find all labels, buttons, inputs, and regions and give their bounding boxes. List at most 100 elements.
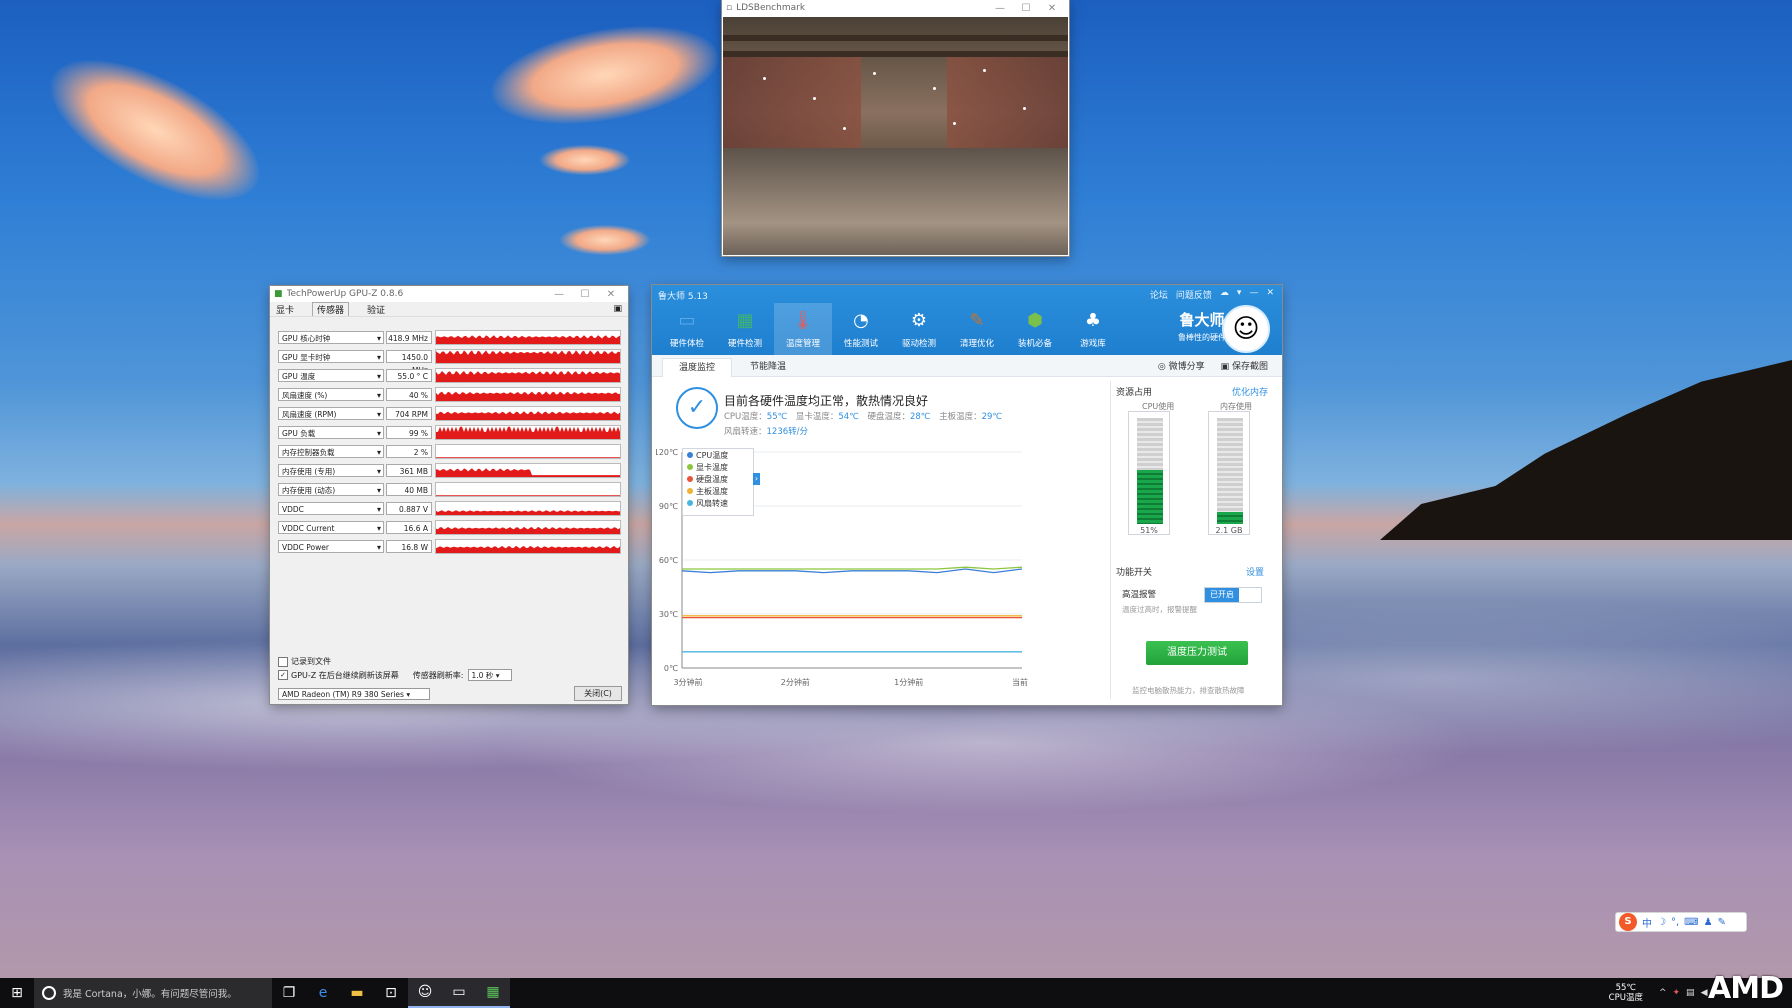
sensor-value: 40 % [386, 388, 432, 401]
sensor-name[interactable]: GPU 核心时钟 [278, 331, 384, 345]
optimize-memory-link[interactable]: 优化内存 [1232, 385, 1268, 398]
ludashi-mascot-icon[interactable]: ☺ [1222, 305, 1270, 353]
task-view-icon[interactable]: ❐ [272, 978, 306, 1008]
minimize-icon[interactable]: — [987, 3, 1013, 14]
tray-cpu-temp[interactable]: 55℃ CPU温度 [1609, 983, 1643, 1003]
store-icon[interactable]: ⊡ [374, 978, 408, 1008]
toolbar-item[interactable]: 🌡 温度管理 [774, 303, 832, 355]
refresh-rate-select[interactable]: 1.0 秒 ▾ [467, 669, 512, 681]
ludashi-window[interactable]: 鲁大师 5.13 论坛 问题反馈 ☁ ▾ — ✕ ▭ 硬件体检 ▦ 硬件检测 🌡 温度管理… [652, 285, 1282, 705]
log-to-file-option[interactable]: 记录到文件 [278, 656, 331, 667]
toolbar-item[interactable]: ▭ 硬件体检 [658, 303, 716, 355]
toolbar-item-label: 清理优化 [959, 339, 994, 349]
fan-speed-value: 1236转/分 [766, 427, 809, 437]
sensor-name[interactable]: 风扇速度 (%) [278, 388, 384, 402]
skin-icon[interactable]: ☁ [1220, 288, 1229, 301]
log-checkbox[interactable] [278, 656, 288, 667]
save-screenshot[interactable]: ▣ 保存截图 [1221, 359, 1268, 372]
sensor-name[interactable]: 风扇速度 (RPM) [278, 407, 384, 421]
sensor-name[interactable]: VDDC [278, 502, 384, 516]
lds-titlebar[interactable]: ▫ LDSBenchmark — ☐ ✕ [722, 0, 1069, 16]
volume-icon[interactable]: ◀ [1701, 988, 1708, 998]
legend-item[interactable]: 硬盘温度 [683, 473, 753, 485]
background-refresh-checkbox[interactable]: ✓ [278, 670, 288, 680]
sensor-list: GPU 核心时钟418.9 MHzGPU 显卡时钟1450.0 MHzGPU 温… [278, 328, 622, 556]
sensor-graph-area [436, 426, 620, 439]
close-icon[interactable]: ✕ [1039, 3, 1065, 14]
sensor-name[interactable]: 内存使用 (专用) [278, 464, 384, 478]
status-ok-icon: ✓ [676, 387, 718, 429]
toolbar-item[interactable]: ▦ 硬件检测 [716, 303, 774, 355]
tray-temp-label: CPU温度 [1608, 993, 1643, 1003]
amd-watermark: AMD [1708, 971, 1784, 1006]
lds-benchmark-window[interactable]: ▫ LDSBenchmark — ☐ ✕ [722, 0, 1069, 256]
sensor-name[interactable]: 内存控制器负载 [278, 445, 384, 459]
tools-icon[interactable]: ✎ [1718, 917, 1726, 928]
gpuz-taskbar-icon[interactable]: ▦ [476, 978, 510, 1008]
feedback-link[interactable]: 问题反馈 [1176, 288, 1212, 301]
gpuz-titlebar[interactable]: ■ TechPowerUp GPU-Z 0.8.6 — ☐ ✕ [270, 286, 628, 302]
background-refresh-option[interactable]: ✓ GPU-Z 在后台继续刷新该屏幕 传感器刷新率: 1.0 秒 ▾ [278, 669, 618, 681]
sensor-name[interactable]: VDDC Power [278, 540, 384, 554]
chart-legend[interactable]: CPU温度 显卡温度 硬盘温度 主板温度 风扇转速 [682, 448, 754, 516]
punctuation-icon[interactable]: °, [1671, 917, 1679, 928]
toolbar-item[interactable]: ⬢ 装机必备 [1006, 303, 1064, 355]
network-icon[interactable]: ▤ [1686, 988, 1695, 998]
menu-icon[interactable]: ▾ [1237, 288, 1242, 301]
sensor-row: VDDC Current16.6 A [278, 518, 622, 537]
sensor-name[interactable]: GPU 负载 [278, 426, 384, 440]
tab-validation[interactable]: 验证 [367, 303, 385, 316]
maximize-icon[interactable]: ☐ [1013, 3, 1039, 14]
tray-arrow-icon[interactable]: ^ [1659, 988, 1667, 998]
stress-test-button[interactable]: 温度压力测试 [1146, 641, 1248, 665]
sensor-name[interactable]: 内存使用 (动态) [278, 483, 384, 497]
lds-taskbar-icon[interactable]: ▭ [442, 978, 476, 1008]
windows-start-icon[interactable]: ⊞ [0, 978, 34, 1008]
high-temp-alarm-toggle[interactable]: 已开启 [1204, 587, 1262, 603]
toolbar-item[interactable]: ◔ 性能测试 [832, 303, 890, 355]
legend-collapse-icon[interactable]: › [753, 473, 760, 485]
broom-icon: ✎ [969, 309, 985, 331]
minimize-icon[interactable]: — [546, 289, 572, 300]
cortana-search[interactable]: 我是 Cortana，小娜。有问题尽管问我。 [34, 978, 272, 1008]
maximize-icon[interactable]: ☐ [572, 289, 598, 300]
user-icon[interactable]: ♟ [1704, 917, 1713, 928]
sensor-name[interactable]: GPU 温度 [278, 369, 384, 383]
ime-toolbar[interactable]: S 中 ☽ °, ⌨ ♟ ✎ [1615, 912, 1747, 932]
file-explorer-icon[interactable]: ▬ [340, 978, 374, 1008]
sensor-name[interactable]: GPU 显卡时钟 [278, 350, 384, 364]
forum-link[interactable]: 论坛 [1150, 288, 1168, 301]
sensor-value: 1450.0 MHz [386, 350, 432, 375]
edge-icon[interactable]: e [306, 978, 340, 1008]
sensor-graph [435, 501, 621, 516]
close-icon[interactable]: ✕ [1266, 288, 1274, 301]
close-icon[interactable]: ✕ [598, 289, 624, 300]
close-button[interactable]: 关闭(C) [574, 686, 622, 701]
device-select[interactable]: AMD Radeon (TM) R9 380 Series ▾ [278, 687, 430, 700]
toolbar-item[interactable]: ⚙ 驱动检测 [890, 303, 948, 355]
minimize-icon[interactable]: — [1249, 288, 1258, 301]
toolbar-item[interactable]: ✎ 清理优化 [948, 303, 1006, 355]
camera-icon[interactable]: ▣ [613, 304, 622, 314]
weibo-share[interactable]: ◎ 微博分享 [1158, 359, 1205, 372]
gpuz-window[interactable]: ■ TechPowerUp GPU-Z 0.8.6 — ☐ ✕ 显卡 传感器 验… [270, 286, 628, 704]
legend-item[interactable]: 主板温度 [683, 485, 753, 497]
tab-sensors[interactable]: 传感器 [312, 302, 350, 316]
settings-link[interactable]: 设置 [1246, 565, 1264, 578]
ludashi-taskbar-icon[interactable]: ☺ [408, 978, 442, 1008]
sensor-graph [435, 425, 621, 440]
tray-app-icon[interactable]: ✦ [1673, 988, 1681, 998]
legend-item[interactable]: 风扇转速 [683, 497, 753, 509]
legend-item[interactable]: 显卡温度 [683, 461, 753, 473]
sensor-name[interactable]: VDDC Current [278, 521, 384, 535]
ime-mode[interactable]: 中 [1642, 915, 1652, 930]
keyboard-icon[interactable]: ⌨ [1684, 917, 1698, 928]
tab-graphics-card[interactable]: 显卡 [276, 303, 294, 316]
sensor-graph-area [436, 510, 620, 515]
tab-temperature-monitor[interactable]: 温度监控 [662, 358, 732, 377]
legend-swatch [687, 464, 693, 470]
tab-energy-saving[interactable]: 节能降温 [732, 358, 804, 376]
legend-item[interactable]: CPU温度 [683, 449, 753, 461]
moon-icon[interactable]: ☽ [1657, 917, 1666, 928]
toolbar-item[interactable]: ♣ 游戏库 [1064, 303, 1122, 355]
